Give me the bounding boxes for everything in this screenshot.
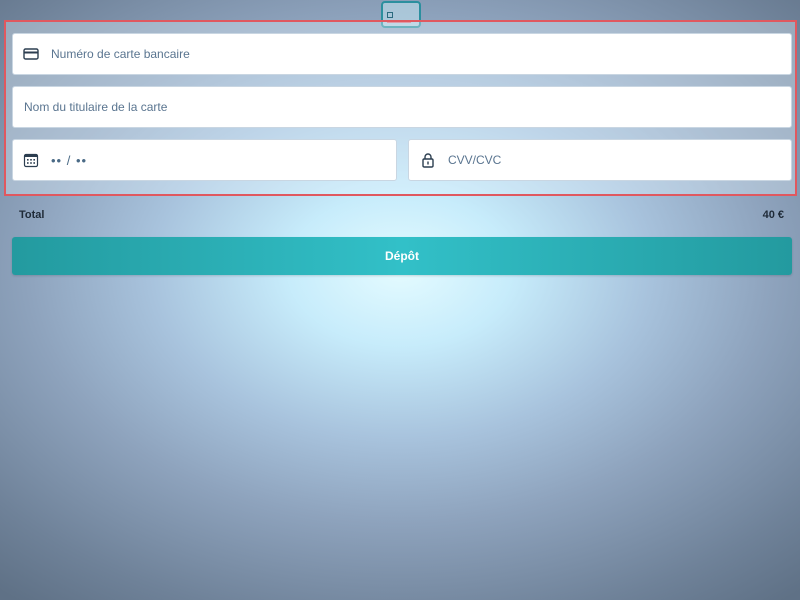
deposit-button[interactable]: Dépôt xyxy=(12,237,792,275)
calendar-icon xyxy=(23,152,39,168)
total-label: Total xyxy=(19,209,45,221)
lock-icon xyxy=(420,152,436,168)
total-value: 40 € xyxy=(762,209,784,221)
cardholder-name-input[interactable] xyxy=(24,87,791,127)
cvv-input[interactable] xyxy=(448,140,791,180)
cardholder-name-field[interactable] xyxy=(12,86,792,128)
card-number-field[interactable] xyxy=(12,33,792,75)
cvv-field[interactable] xyxy=(408,139,792,181)
card-number-input[interactable] xyxy=(51,34,791,74)
total-row: Total 40 € xyxy=(19,209,784,221)
expiry-date-field[interactable]: •• / •• xyxy=(12,139,397,181)
credit-card-icon xyxy=(23,46,39,62)
expiry-date-input[interactable]: •• / •• xyxy=(51,153,87,168)
card-chip-shape xyxy=(387,12,393,18)
